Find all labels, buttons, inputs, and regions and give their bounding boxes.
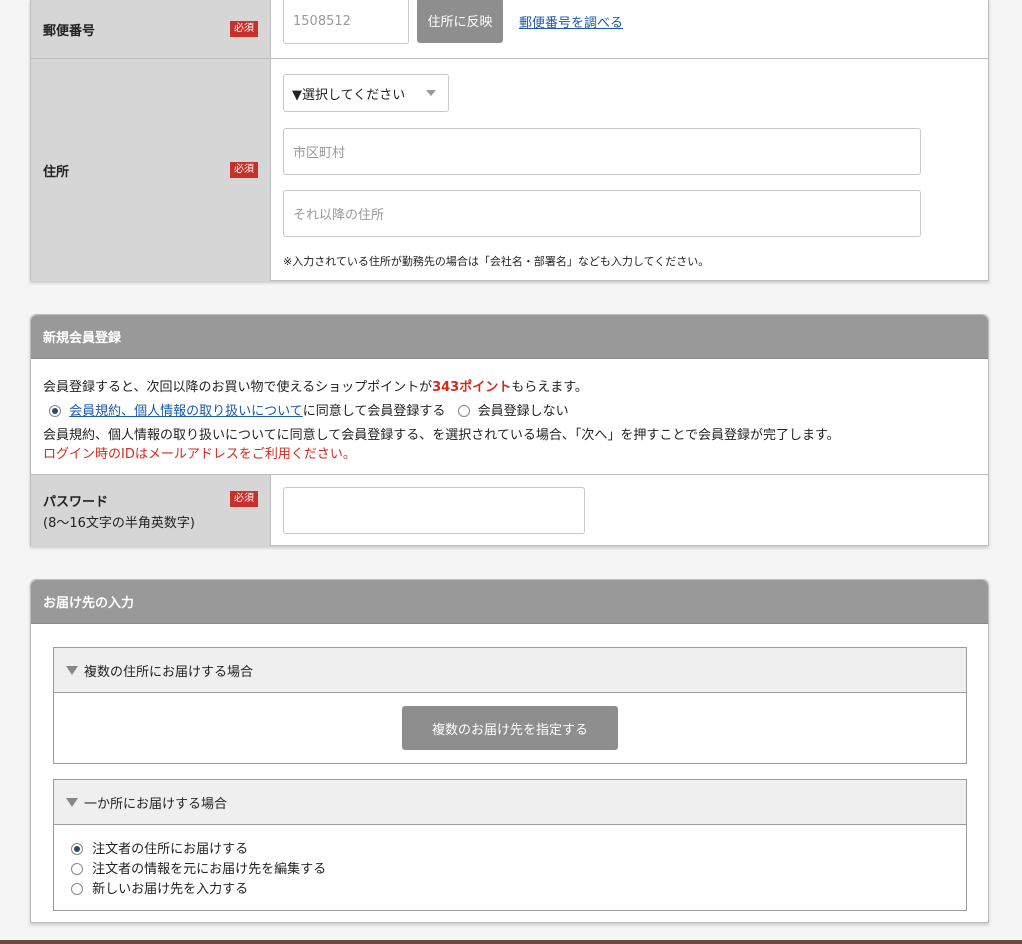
postal-label: 郵便番号 bbox=[43, 23, 96, 39]
password-row: パスワード (8〜16文字の半角英数字) 必須 bbox=[31, 475, 988, 546]
single-delivery-box: 一か所にお届けする場合 注文者の住所にお届けする 注文者の情報を元にお届け先を編… bbox=[53, 779, 967, 911]
footer-strip bbox=[0, 940, 1022, 944]
reflect-address-button[interactable]: 住所に反映 bbox=[417, 0, 503, 43]
terms-link[interactable]: 会員規約、個人情報の取り扱いについて bbox=[69, 404, 303, 419]
single-delivery-options: 注文者の住所にお届けする 注文者の情報を元にお届け先を編集する 新しいお届け先を… bbox=[71, 840, 326, 900]
address-panel: 郵便番号 必須 1508512 住所に反映 郵便番号を調べる 住所 必須 ▼選択… bbox=[30, 0, 989, 281]
single-delivery-head: 一か所にお届けする場合 bbox=[54, 780, 966, 825]
register-option-label: に同意して会員登録する bbox=[302, 404, 446, 419]
delivery-option-label: 注文者の住所にお届けする bbox=[92, 842, 249, 857]
triangle-down-icon bbox=[66, 797, 78, 807]
required-badge: 必須 bbox=[230, 21, 258, 37]
password-label-cell: パスワード (8〜16文字の半角英数字) 必須 bbox=[31, 475, 271, 546]
no-register-option-label: 会員登録しない bbox=[477, 404, 569, 419]
city-input[interactable]: 市区町村 bbox=[283, 128, 921, 175]
address-note: ※入力されている住所が勤務先の場合は「会社名・部署名」なども入力してください。 bbox=[283, 255, 710, 268]
street-placeholder: それ以降の住所 bbox=[293, 208, 385, 223]
password-hint: (8〜16文字の半角英数字) bbox=[43, 515, 195, 531]
delivery-option-label: 新しいお届け先を入力する bbox=[92, 882, 249, 897]
reflect-address-label: 住所に反映 bbox=[427, 15, 493, 30]
city-placeholder: 市区町村 bbox=[293, 146, 346, 161]
delivery-option[interactable]: 注文者の住所にお届けする bbox=[71, 840, 326, 860]
multiple-delivery-head: 複数の住所にお届けする場合 bbox=[54, 648, 966, 693]
postal-lookup-link[interactable]: 郵便番号を調べる bbox=[519, 12, 623, 31]
prefecture-selected-value: ▼選択してください bbox=[292, 87, 406, 103]
delivery-option-radio[interactable] bbox=[71, 843, 83, 855]
delivery-option[interactable]: 新しいお届け先を入力する bbox=[71, 880, 326, 900]
delivery-option[interactable]: 注文者の情報を元にお届け先を編集する bbox=[71, 860, 326, 880]
multiple-delivery-button[interactable]: 複数のお届け先を指定する bbox=[402, 706, 618, 750]
multiple-delivery-box: 複数の住所にお届けする場合 複数のお届け先を指定する bbox=[53, 647, 967, 764]
registration-panel: 新規会員登録 会員登録すると、次回以降のお買い物で使えるショップポイントが343… bbox=[30, 314, 989, 546]
required-badge: 必須 bbox=[230, 491, 258, 507]
postal-value-cell: 1508512 住所に反映 郵便番号を調べる bbox=[271, 0, 988, 58]
required-badge: 必須 bbox=[230, 162, 258, 178]
postal-row: 郵便番号 必須 1508512 住所に反映 郵便番号を調べる bbox=[31, 0, 988, 58]
postal-code-value: 1508512 bbox=[293, 13, 351, 29]
password-label: パスワード bbox=[43, 494, 109, 510]
delivery-header: お届け先の入力 bbox=[31, 580, 988, 624]
registration-info: 会員登録すると、次回以降のお買い物で使えるショップポイントが343ポイントもらえ… bbox=[31, 359, 988, 475]
delivery-option-radio[interactable] bbox=[71, 863, 83, 875]
points-intro: 会員登録すると、次回以降のお買い物で使えるショップポイントが343ポイントもらえ… bbox=[43, 376, 588, 395]
street-input[interactable]: それ以降の住所 bbox=[283, 190, 921, 237]
register-options: 会員規約、個人情報の取り扱いについてに同意して会員登録する 会員登録しない bbox=[49, 400, 569, 419]
points-intro-after: もらえます。 bbox=[511, 380, 588, 395]
address-label: 住所 bbox=[43, 164, 70, 180]
password-input[interactable] bbox=[283, 487, 585, 534]
prefecture-select[interactable]: ▼選択してください bbox=[283, 74, 449, 112]
triangle-down-icon bbox=[66, 665, 78, 675]
delivery-panel: お届け先の入力 複数の住所にお届けする場合 複数のお届け先を指定する 一か所にお… bbox=[30, 579, 989, 923]
postal-label-cell: 郵便番号 必須 bbox=[31, 0, 271, 58]
delivery-option-label: 注文者の情報を元にお届け先を編集する bbox=[92, 862, 327, 877]
single-delivery-title: 一か所にお届けする場合 bbox=[84, 796, 228, 812]
address-value-cell: ▼選択してください 市区町村 それ以降の住所 ※入力されている住所が勤務先の場合… bbox=[271, 59, 988, 281]
registration-explanation: 会員規約、個人情報の取り扱いについてに同意して会員登録する、を選択されている場合… bbox=[43, 428, 840, 443]
points-value: 343ポイント bbox=[432, 380, 512, 395]
password-value-cell bbox=[271, 475, 988, 546]
register-radio[interactable] bbox=[49, 405, 61, 417]
multiple-delivery-title: 複数の住所にお届けする場合 bbox=[84, 664, 254, 680]
multiple-delivery-button-label: 複数のお届け先を指定する bbox=[431, 722, 588, 738]
no-register-radio[interactable] bbox=[457, 405, 470, 417]
points-intro-before: 会員登録すると、次回以降のお買い物で使えるショップポイントが bbox=[43, 380, 433, 395]
postal-code-input[interactable]: 1508512 bbox=[283, 0, 409, 44]
chevron-down-icon bbox=[426, 90, 436, 96]
address-label-cell: 住所 必須 bbox=[31, 59, 271, 281]
registration-header: 新規会員登録 bbox=[31, 315, 988, 359]
delivery-option-radio[interactable] bbox=[71, 883, 83, 895]
login-id-note: ログイン時のIDはメールアドレスをご利用ください。 bbox=[43, 447, 356, 462]
address-row: 住所 必須 ▼選択してください 市区町村 それ以降の住所 ※入力されている住所が… bbox=[31, 58, 988, 281]
